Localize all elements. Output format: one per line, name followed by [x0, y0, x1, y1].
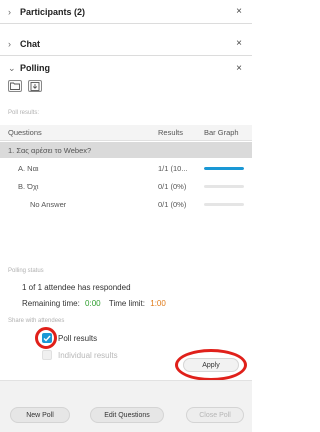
new-poll-button[interactable]: New Poll — [10, 407, 70, 423]
answer-label: B. Όχι — [18, 181, 39, 191]
polling-status-label: Polling status — [8, 268, 44, 274]
chevron-right-icon: › — [8, 6, 11, 17]
close-icon[interactable]: × — [234, 6, 244, 17]
chevron-down-icon: ⌄ — [8, 62, 16, 73]
individual-results-checkbox[interactable] — [42, 350, 52, 360]
folder-icon — [10, 82, 20, 90]
close-icon[interactable]: × — [234, 38, 244, 49]
results-table-header: Questions Results Bar Graph — [0, 125, 252, 141]
polling-panel-header[interactable]: ⌄ Polling × — [0, 56, 252, 80]
close-poll-button[interactable]: Close Poll — [186, 407, 244, 423]
poll-results-label: Poll results: — [8, 110, 40, 116]
open-poll-button[interactable] — [8, 80, 22, 92]
share-with-attendees-label: Share with attendees — [8, 318, 65, 324]
polling-toolbar — [8, 80, 42, 92]
question-row[interactable]: 1. Σας αρέσει το Webex? — [0, 142, 252, 158]
poll-results-option-label: Poll results — [58, 334, 98, 343]
chat-panel-header[interactable]: › Chat × — [0, 32, 252, 56]
answer-bar — [204, 202, 248, 206]
bar-fill — [204, 166, 244, 170]
close-icon[interactable]: × — [234, 63, 244, 74]
answer-bar — [204, 166, 248, 170]
time-status: Remaining time: 0:00 Time limit: 1:00 — [22, 299, 166, 308]
polling-footer: New Poll Edit Questions Close Poll — [0, 380, 252, 432]
answer-label: No Answer — [30, 199, 67, 209]
remaining-time-value: 0:00 — [85, 299, 101, 308]
remaining-time-label: Remaining time: — [22, 299, 80, 308]
highlight-circle — [35, 327, 57, 349]
chat-title: Chat — [20, 38, 40, 49]
save-icon — [30, 81, 40, 91]
answer-result: 0/1 (0%) — [158, 199, 187, 209]
participants-panel-header[interactable]: › Participants (2) × — [0, 0, 252, 24]
answer-bar — [204, 184, 248, 188]
individual-results-option-label: Individual results — [58, 351, 118, 360]
bar-graph-column-header: Bar Graph — [204, 128, 239, 137]
time-limit-label: Time limit: — [108, 299, 146, 308]
highlight-circle — [175, 349, 247, 381]
chevron-right-icon: › — [8, 38, 11, 49]
save-poll-button[interactable] — [28, 80, 42, 92]
participants-title: Participants (2) — [20, 6, 86, 17]
table-row: B. Όχι 0/1 (0%) — [0, 178, 252, 194]
results-column-header: Results — [158, 128, 184, 137]
question-text: 1. Σας αρέσει το Webex? — [8, 145, 92, 155]
edit-questions-button[interactable]: Edit Questions — [90, 407, 164, 423]
table-row: A. Ναι 1/1 (10... — [0, 160, 252, 176]
time-limit-value: 1:00 — [150, 299, 166, 308]
polling-title: Polling — [20, 63, 50, 73]
table-row: No Answer 0/1 (0%) — [0, 196, 252, 212]
responded-status: 1 of 1 attendee has responded — [22, 283, 131, 292]
answer-label: A. Ναι — [18, 163, 39, 173]
answer-result: 1/1 (10... — [158, 163, 188, 173]
questions-column-header: Questions — [8, 128, 42, 137]
answer-result: 0/1 (0%) — [158, 181, 187, 191]
